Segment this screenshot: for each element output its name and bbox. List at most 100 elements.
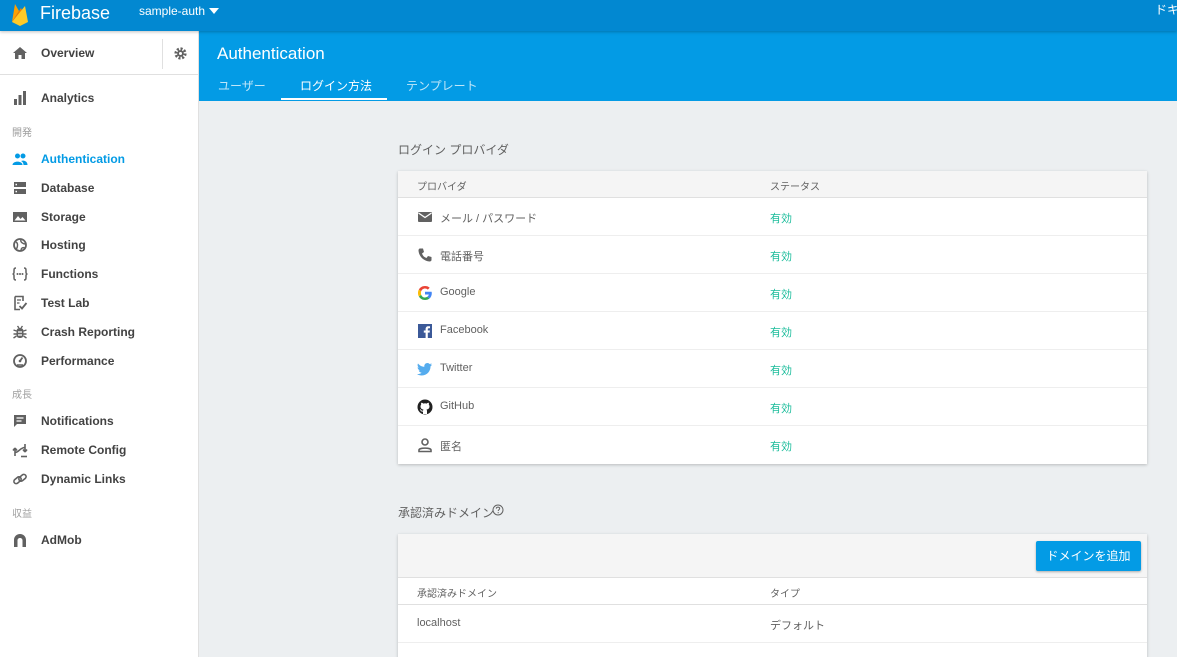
sidebar-item-storage[interactable]: Storage xyxy=(0,203,198,231)
person-icon xyxy=(418,438,432,453)
database-icon xyxy=(14,182,26,194)
sidebar-item-label: Performance xyxy=(41,354,115,368)
provider-row-phone[interactable]: 電話番号 有効 xyxy=(398,236,1147,274)
provider-name: Twitter xyxy=(440,362,473,374)
provider-status: 有効 xyxy=(770,365,792,377)
sidebar-item-admob[interactable]: AdMob xyxy=(0,526,198,554)
domain-type: デフォルト xyxy=(770,620,825,632)
functions-icon xyxy=(12,267,28,281)
sidebar-item-label: Dynamic Links xyxy=(41,472,126,486)
gauge-icon xyxy=(13,354,27,368)
section-label-develop: 開発 xyxy=(12,128,32,139)
domains-table: 承認済みドメイン タイプ localhost デフォルト xyxy=(398,534,1147,657)
provider-name: 匿名 xyxy=(440,441,462,453)
mail-icon xyxy=(418,212,432,222)
section-label-earn: 収益 xyxy=(12,509,32,520)
sidebar-item-authentication[interactable]: Authentication xyxy=(0,145,198,173)
provider-row-github[interactable]: GitHub 有効 xyxy=(398,388,1147,426)
sidebar-item-database[interactable]: Database xyxy=(0,174,198,202)
provider-name: Facebook xyxy=(440,324,489,336)
column-header-provider: プロバイダ xyxy=(417,182,467,193)
tab-users[interactable]: ユーザー xyxy=(218,77,266,94)
table-header: プロバイダ ステータス xyxy=(398,171,1147,198)
brand-name[interactable]: Firebase xyxy=(40,2,110,24)
sidebar-item-test-lab[interactable]: Test Lab xyxy=(0,289,198,317)
project-selector[interactable]: sample-auth xyxy=(139,4,205,18)
provider-row-facebook[interactable]: Facebook 有効 xyxy=(398,312,1147,350)
provider-status: 有効 xyxy=(770,251,792,263)
provider-status: 有効 xyxy=(770,441,792,453)
sidebar-item-label: Storage xyxy=(41,210,86,224)
providers-table: プロバイダ ステータス メール / パスワード 有効 電話番号 有効 Googl… xyxy=(398,171,1147,464)
provider-status: 有効 xyxy=(770,289,792,301)
domain-name: localhost xyxy=(417,617,461,629)
sidebar-item-label: Hosting xyxy=(41,238,86,252)
sidebar-item-label: Authentication xyxy=(41,152,125,166)
column-header-type: タイプ xyxy=(770,589,800,600)
image-icon xyxy=(13,212,27,222)
sidebar-item-performance[interactable]: Performance xyxy=(0,347,198,375)
sidebar-item-analytics[interactable]: Analytics xyxy=(0,84,198,112)
provider-row-google[interactable]: Google 有効 xyxy=(398,274,1147,312)
provider-row-anonymous[interactable]: 匿名 有効 xyxy=(398,426,1147,464)
active-tab-indicator xyxy=(281,98,387,100)
sidebar-item-label: AdMob xyxy=(41,533,82,547)
provider-name: Google xyxy=(440,286,476,298)
column-header-domain: 承認済みドメイン xyxy=(417,589,497,600)
provider-row-email[interactable]: メール / パスワード 有効 xyxy=(398,198,1147,236)
globe-icon xyxy=(13,238,27,252)
sidebar-item-label: Functions xyxy=(41,267,99,281)
twitter-icon xyxy=(417,363,432,376)
facebook-icon xyxy=(418,324,432,338)
domain-row[interactable]: localhost デフォルト xyxy=(398,605,1147,643)
docs-link[interactable]: ドキ xyxy=(1155,3,1177,17)
top-bar: Firebase sample-auth ドキ xyxy=(0,0,1177,31)
sidebar-item-label: Analytics xyxy=(41,91,95,105)
provider-name: 電話番号 xyxy=(440,251,484,263)
provider-status: 有効 xyxy=(770,403,792,415)
sidebar-item-remote-config[interactable]: Remote Config xyxy=(0,436,198,464)
chevron-down-icon[interactable] xyxy=(209,8,219,14)
provider-row-twitter[interactable]: Twitter 有効 xyxy=(398,350,1147,388)
home-icon xyxy=(13,47,27,59)
bar-chart-icon xyxy=(14,91,26,105)
help-icon[interactable] xyxy=(492,504,504,516)
page-header: Authentication ユーザー ログイン方法 テンプレート xyxy=(199,31,1177,101)
tab-sign-in-method[interactable]: ログイン方法 xyxy=(300,77,372,94)
section-label-grow: 成長 xyxy=(12,390,32,401)
phone-icon xyxy=(418,248,432,262)
sidebar-item-label: Remote Config xyxy=(41,443,127,457)
sidebar-item-notifications[interactable]: Notifications xyxy=(0,407,198,435)
sidebar-item-label: Overview xyxy=(41,46,95,60)
sidebar-item-label: Notifications xyxy=(41,414,114,428)
google-icon xyxy=(418,286,432,300)
sidebar-item-hosting[interactable]: Hosting xyxy=(0,231,198,259)
page-title: Authentication xyxy=(217,44,325,63)
divider xyxy=(162,39,163,69)
sidebar-item-crash-reporting[interactable]: Crash Reporting xyxy=(0,318,198,346)
sidebar-item-functions[interactable]: Functions xyxy=(0,260,198,288)
sidebar-item-label: Crash Reporting xyxy=(41,325,136,339)
people-icon xyxy=(12,153,28,165)
bug-icon xyxy=(13,325,27,339)
checklist-icon xyxy=(14,295,28,311)
gear-icon[interactable] xyxy=(173,46,188,61)
domains-toolbar xyxy=(398,534,1147,578)
sidebar-item-label: Test Lab xyxy=(41,296,90,310)
message-icon xyxy=(14,415,26,427)
sidebar-item-dynamic-links[interactable]: Dynamic Links xyxy=(0,465,198,493)
provider-status: 有効 xyxy=(770,213,792,225)
link-icon xyxy=(13,473,27,485)
sidebar-item-label: Database xyxy=(41,181,95,195)
admob-icon xyxy=(14,534,26,547)
remote-config-icon xyxy=(12,444,28,458)
table-header: 承認済みドメイン タイプ xyxy=(398,578,1147,605)
column-header-status: ステータス xyxy=(770,182,820,193)
domains-section-title: 承認済みドメイン xyxy=(398,506,495,520)
tab-templates[interactable]: テンプレート xyxy=(406,77,478,94)
github-icon xyxy=(417,399,433,415)
provider-status: 有効 xyxy=(770,327,792,339)
firebase-logo-icon[interactable] xyxy=(11,2,29,26)
add-domain-button[interactable]: ドメインを追加 xyxy=(1036,541,1141,571)
sidebar-item-overview[interactable]: Overview xyxy=(0,31,198,75)
